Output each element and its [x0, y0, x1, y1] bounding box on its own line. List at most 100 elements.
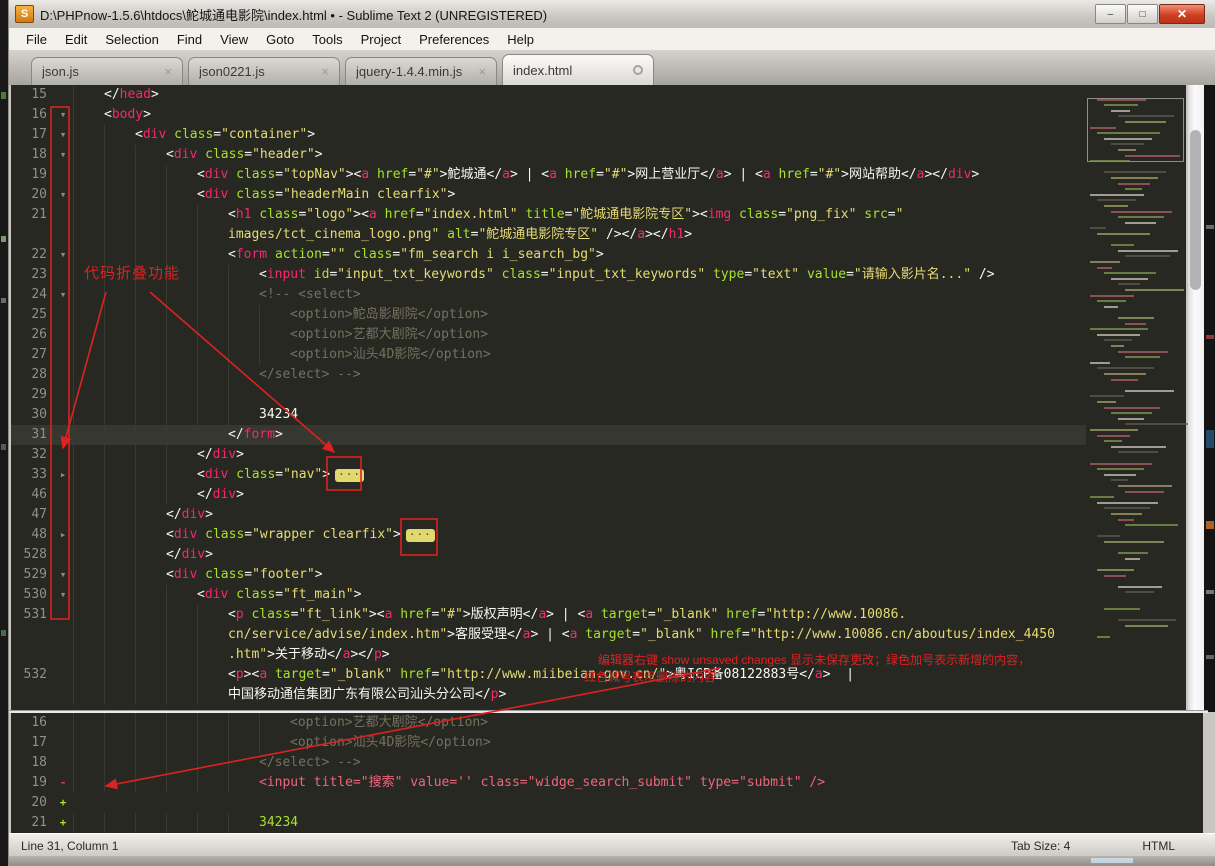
code-token: = — [213, 125, 221, 145]
tab-index.html[interactable]: index.html — [502, 54, 654, 85]
minimap-line — [1104, 507, 1150, 509]
menu-item-edit[interactable]: Edit — [56, 30, 96, 49]
scrollbar-thumb[interactable] — [1190, 130, 1201, 290]
code-line[interactable]: .htm">关于移动</a></p> — [11, 645, 1086, 665]
fold-arrow-icon[interactable]: ▾ — [53, 285, 73, 305]
editor[interactable]: 15</head>16▾<body>17▾<div class="contain… — [11, 85, 1086, 712]
minimap-line — [1118, 216, 1164, 218]
code-line[interactable]: 33▸<div class="nav">··· — [11, 465, 1086, 485]
fold-arrow-icon[interactable]: ▾ — [53, 125, 73, 145]
code-line[interactable]: 15</head> — [11, 85, 1086, 105]
code-token: = — [541, 265, 549, 285]
tab-size-indicator[interactable]: Tab Size: 4 — [1011, 839, 1070, 853]
syntax-indicator[interactable]: HTML — [1142, 839, 1175, 853]
desktop-speck — [1, 236, 6, 242]
code-line[interactable]: 32</div> — [11, 445, 1086, 465]
code-line[interactable]: 21+34234 — [11, 813, 1203, 833]
code-line[interactable]: 20+ — [11, 793, 1203, 813]
code-line[interactable]: 24▾<!-- <select> — [11, 285, 1086, 305]
code-line[interactable]: images/tct_cinema_logo.png" alt="鮀城通电影院专… — [11, 225, 1086, 245]
code-line[interactable]: 531<p class="ft_link"><a href="#">版权声明</… — [11, 605, 1086, 625]
title-bar[interactable]: S D:\PHPnow-1.5.6\htdocs\鮀城通电影院\index.ht… — [9, 0, 1215, 29]
indent-guides — [73, 445, 197, 465]
code-line[interactable]: 17<option>汕头4D影院</option> — [11, 733, 1203, 753]
fold-arrow-icon[interactable]: ▾ — [53, 245, 73, 265]
line-number: 19 — [11, 773, 53, 793]
code-token: >网上营业厅</ — [627, 165, 715, 185]
code-line[interactable]: 532<p><a target="_blank" href="http://ww… — [11, 665, 1086, 685]
code-line[interactable]: cn/service/advise/index.htm">客服受理</a> | … — [11, 625, 1086, 645]
code-token: = — [596, 165, 604, 185]
minimap[interactable] — [1086, 85, 1186, 712]
code-token: > — [393, 525, 401, 545]
code-line[interactable]: 23<input id="input_txt_keywords" class="… — [11, 265, 1086, 285]
maximize-button[interactable]: □ — [1127, 4, 1158, 24]
menu-item-find[interactable]: Find — [168, 30, 211, 49]
fold-arrow-icon[interactable]: ▸ — [53, 525, 73, 545]
code-line[interactable]: 3034234 — [11, 405, 1086, 425]
code-line[interactable]: 16<option>艺都大剧院</option> — [11, 713, 1203, 733]
menu-item-tools[interactable]: Tools — [303, 30, 351, 49]
tab-jquery-1.4.4.min.js[interactable]: jquery-1.4.4.min.js× — [345, 57, 497, 85]
fold-arrow-icon[interactable]: ▾ — [53, 185, 73, 205]
minimize-button[interactable]: – — [1095, 4, 1126, 24]
code-line[interactable]: 22▾<form action="" class="fm_search i i_… — [11, 245, 1086, 265]
code-token: <option>汕头4D影院</option> — [290, 733, 491, 753]
code-line[interactable]: 46</div> — [11, 485, 1086, 505]
menu-item-selection[interactable]: Selection — [96, 30, 167, 49]
menu-item-goto[interactable]: Goto — [257, 30, 303, 49]
indent-guides — [73, 305, 290, 325]
code-token — [197, 565, 205, 585]
line-number: 18 — [11, 753, 53, 773]
code-line[interactable]: 31</form> — [11, 425, 1086, 445]
code-line[interactable]: 528</div> — [11, 545, 1086, 565]
fold-ellipsis-icon[interactable]: ··· — [335, 469, 364, 482]
code-line[interactable]: 529▾<div class="footer"> — [11, 565, 1086, 585]
code-line[interactable]: 48▸<div class="wrapper clearfix">··· — [11, 525, 1086, 545]
code-line[interactable]: 21<h1 class="logo"><a href="index.html" … — [11, 205, 1086, 225]
code-line[interactable]: 28</select> --> — [11, 365, 1086, 385]
fold-arrow-icon[interactable]: ▸ — [53, 465, 73, 485]
close-button[interactable]: ✕ — [1159, 4, 1205, 24]
line-number: 21 — [11, 813, 53, 833]
tab-close-icon[interactable]: × — [321, 67, 329, 77]
code-line[interactable]: 中国移动通信集团广东有限公司汕头分公司</p> — [11, 685, 1086, 705]
code-line[interactable]: 17▾<div class="container"> — [11, 125, 1086, 145]
code-line[interactable]: 16▾<body> — [11, 105, 1086, 125]
fold-arrow-icon[interactable]: ▾ — [53, 105, 73, 125]
fold-arrow-icon[interactable]: ▾ — [53, 585, 73, 605]
scrollbar-track[interactable] — [1188, 85, 1204, 712]
minimap-line — [1097, 468, 1144, 470]
minimap-viewport[interactable] — [1087, 98, 1184, 162]
fold-arrow-icon[interactable]: ▾ — [53, 145, 73, 165]
tab-json.js[interactable]: json.js× — [31, 57, 183, 85]
fold-ellipsis-icon[interactable]: ··· — [406, 529, 435, 542]
code-line[interactable]: 530▾<div class="ft_main"> — [11, 585, 1086, 605]
tab-json0221.js[interactable]: json0221.js× — [188, 57, 340, 85]
code-line[interactable]: 29 — [11, 385, 1086, 405]
code-line[interactable]: 19<div class="topNav"><a href="#">鮀城通</a… — [11, 165, 1086, 185]
code-token: = — [275, 165, 283, 185]
desktop-speck — [1, 630, 6, 636]
code-line[interactable]: 18</select> --> — [11, 753, 1203, 773]
menu-item-file[interactable]: File — [17, 30, 56, 49]
line-number: 528 — [11, 545, 53, 565]
tab-close-icon[interactable]: × — [164, 67, 172, 77]
code-line[interactable]: 27<option>汕头4D影院</option> — [11, 345, 1086, 365]
indent-guides — [73, 365, 259, 385]
minimap-line — [1118, 619, 1176, 621]
menu-item-help[interactable]: Help — [498, 30, 543, 49]
menu-item-view[interactable]: View — [211, 30, 257, 49]
unsaved-changes-panel[interactable]: 16<option>艺都大剧院</option>17<option>汕头4D影院… — [11, 713, 1203, 833]
code-line[interactable]: 25<option>鮀岛影剧院</option> — [11, 305, 1086, 325]
tab-close-icon[interactable]: × — [478, 67, 486, 77]
menu-item-preferences[interactable]: Preferences — [410, 30, 498, 49]
code-token: = — [244, 145, 252, 165]
code-line[interactable]: 20▾<div class="headerMain clearfix"> — [11, 185, 1086, 205]
menu-item-project[interactable]: Project — [352, 30, 410, 49]
code-line[interactable]: 47</div> — [11, 505, 1086, 525]
code-line[interactable]: 18▾<div class="header"> — [11, 145, 1086, 165]
fold-arrow-icon[interactable]: ▾ — [53, 565, 73, 585]
code-line[interactable]: 19-<input title="搜索" value='' class="wid… — [11, 773, 1203, 793]
code-line[interactable]: 26<option>艺都大剧院</option> — [11, 325, 1086, 345]
